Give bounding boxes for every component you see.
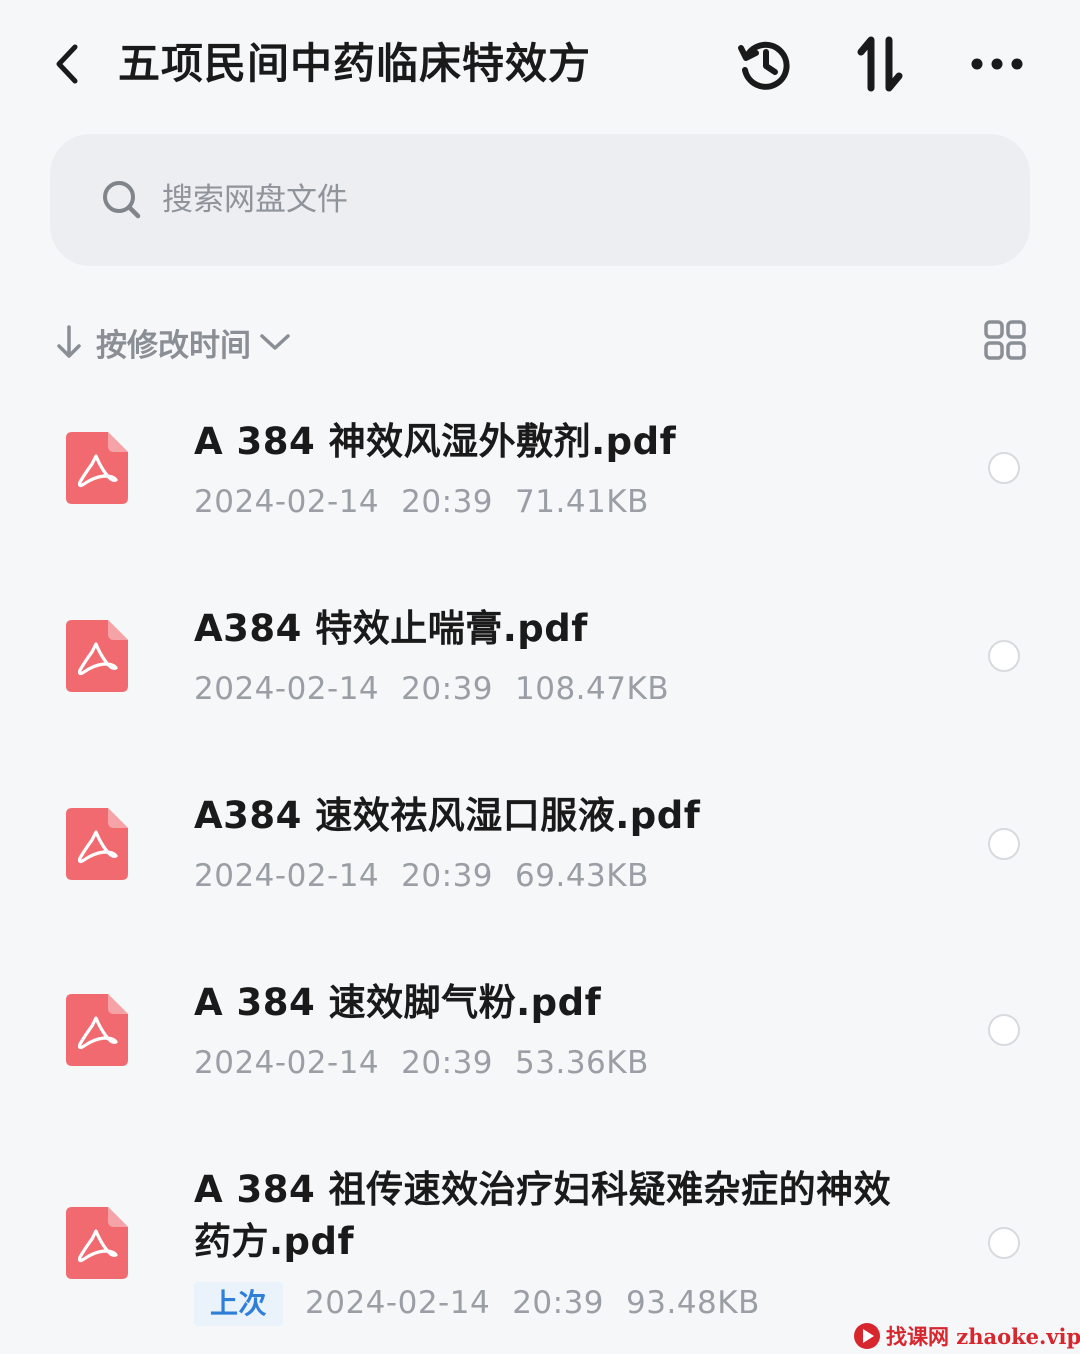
pdf-file-icon (66, 432, 128, 504)
file-name: A 384 速效脚气粉.pdf (194, 981, 602, 1024)
file-time: 20:39 (401, 671, 494, 707)
history-button[interactable] (731, 30, 799, 98)
chevron-down-icon (260, 334, 290, 350)
file-meta: 上次 2024-02-14 20:39 93.48KB (194, 1282, 782, 1326)
watermark-text: 找课网 zhaoke.vip (886, 1324, 1080, 1349)
file-size: 53.36KB (515, 1045, 649, 1081)
select-checkbox[interactable] (988, 1227, 1020, 1259)
file-name: A 384 神效风湿外敷剂.pdf (194, 420, 677, 463)
more-button[interactable] (963, 30, 1031, 98)
back-button[interactable] (40, 36, 96, 92)
select-checkbox[interactable] (988, 640, 1020, 672)
file-meta: 2024-02-14 20:39 53.36KB (194, 1043, 671, 1083)
pdf-file-icon (66, 808, 128, 880)
file-size: 69.43KB (515, 858, 649, 894)
file-size: 108.47KB (515, 671, 670, 707)
file-name: A 384 祖传速效治疗妇科疑难杂症的神效药方.pdf (194, 1168, 892, 1263)
search-input[interactable] (162, 182, 762, 218)
top-bar: 五项民间中药临床特效方 (0, 0, 1080, 130)
page-title: 五项民间中药临床特效方 (118, 39, 592, 88)
history-clock-icon (738, 41, 790, 90)
file-date: 2024-02-14 (194, 1045, 380, 1081)
file-date: 2024-02-14 (305, 1285, 491, 1321)
sort-button[interactable] (846, 30, 914, 98)
select-checkbox[interactable] (988, 828, 1020, 860)
file-time: 20:39 (401, 858, 494, 894)
pdf-file-icon (66, 994, 128, 1066)
sort-arrows-icon (857, 36, 903, 92)
arrow-down-icon (57, 325, 81, 358)
file-browser-screen: 五项民间中药临床特效方 搜索网盘文件 按修改时间 A 384 神效风湿外敷剂.p… (0, 0, 1080, 1354)
pdf-file-icon (66, 1207, 128, 1279)
grid-view-button[interactable] (980, 318, 1030, 362)
more-dots-icon (971, 58, 1023, 70)
file-name: A384 特效止喘膏.pdf (194, 607, 588, 650)
pdf-file-icon (66, 620, 128, 692)
file-meta: 2024-02-14 20:39 108.47KB (194, 669, 691, 709)
play-logo-icon (854, 1323, 880, 1349)
sort-selector[interactable]: 按修改时间 (56, 318, 291, 366)
search-icon (100, 178, 144, 222)
watermark: 找课网 zhaoke.vip (852, 1318, 1080, 1354)
file-time: 20:39 (401, 1045, 494, 1081)
file-date: 2024-02-14 (194, 671, 380, 707)
file-date: 2024-02-14 (194, 484, 380, 520)
grid-view-icon (984, 320, 1026, 360)
file-meta: 2024-02-14 20:39 71.41KB (194, 482, 671, 522)
file-time: 20:39 (512, 1285, 605, 1321)
file-size: 93.48KB (626, 1285, 760, 1321)
file-date: 2024-02-14 (194, 858, 380, 894)
file-meta: 2024-02-14 20:39 69.43KB (194, 856, 671, 896)
file-size: 71.41KB (515, 484, 649, 520)
select-checkbox[interactable] (988, 1014, 1020, 1046)
chevron-left-icon (56, 44, 78, 84)
last-opened-badge: 上次 (194, 1282, 284, 1326)
search-bar[interactable] (50, 134, 1030, 266)
select-checkbox[interactable] (988, 452, 1020, 484)
file-time: 20:39 (401, 484, 494, 520)
file-name: A384 速效祛风湿口服液.pdf (194, 794, 701, 837)
sort-label: 按修改时间 (96, 327, 251, 364)
